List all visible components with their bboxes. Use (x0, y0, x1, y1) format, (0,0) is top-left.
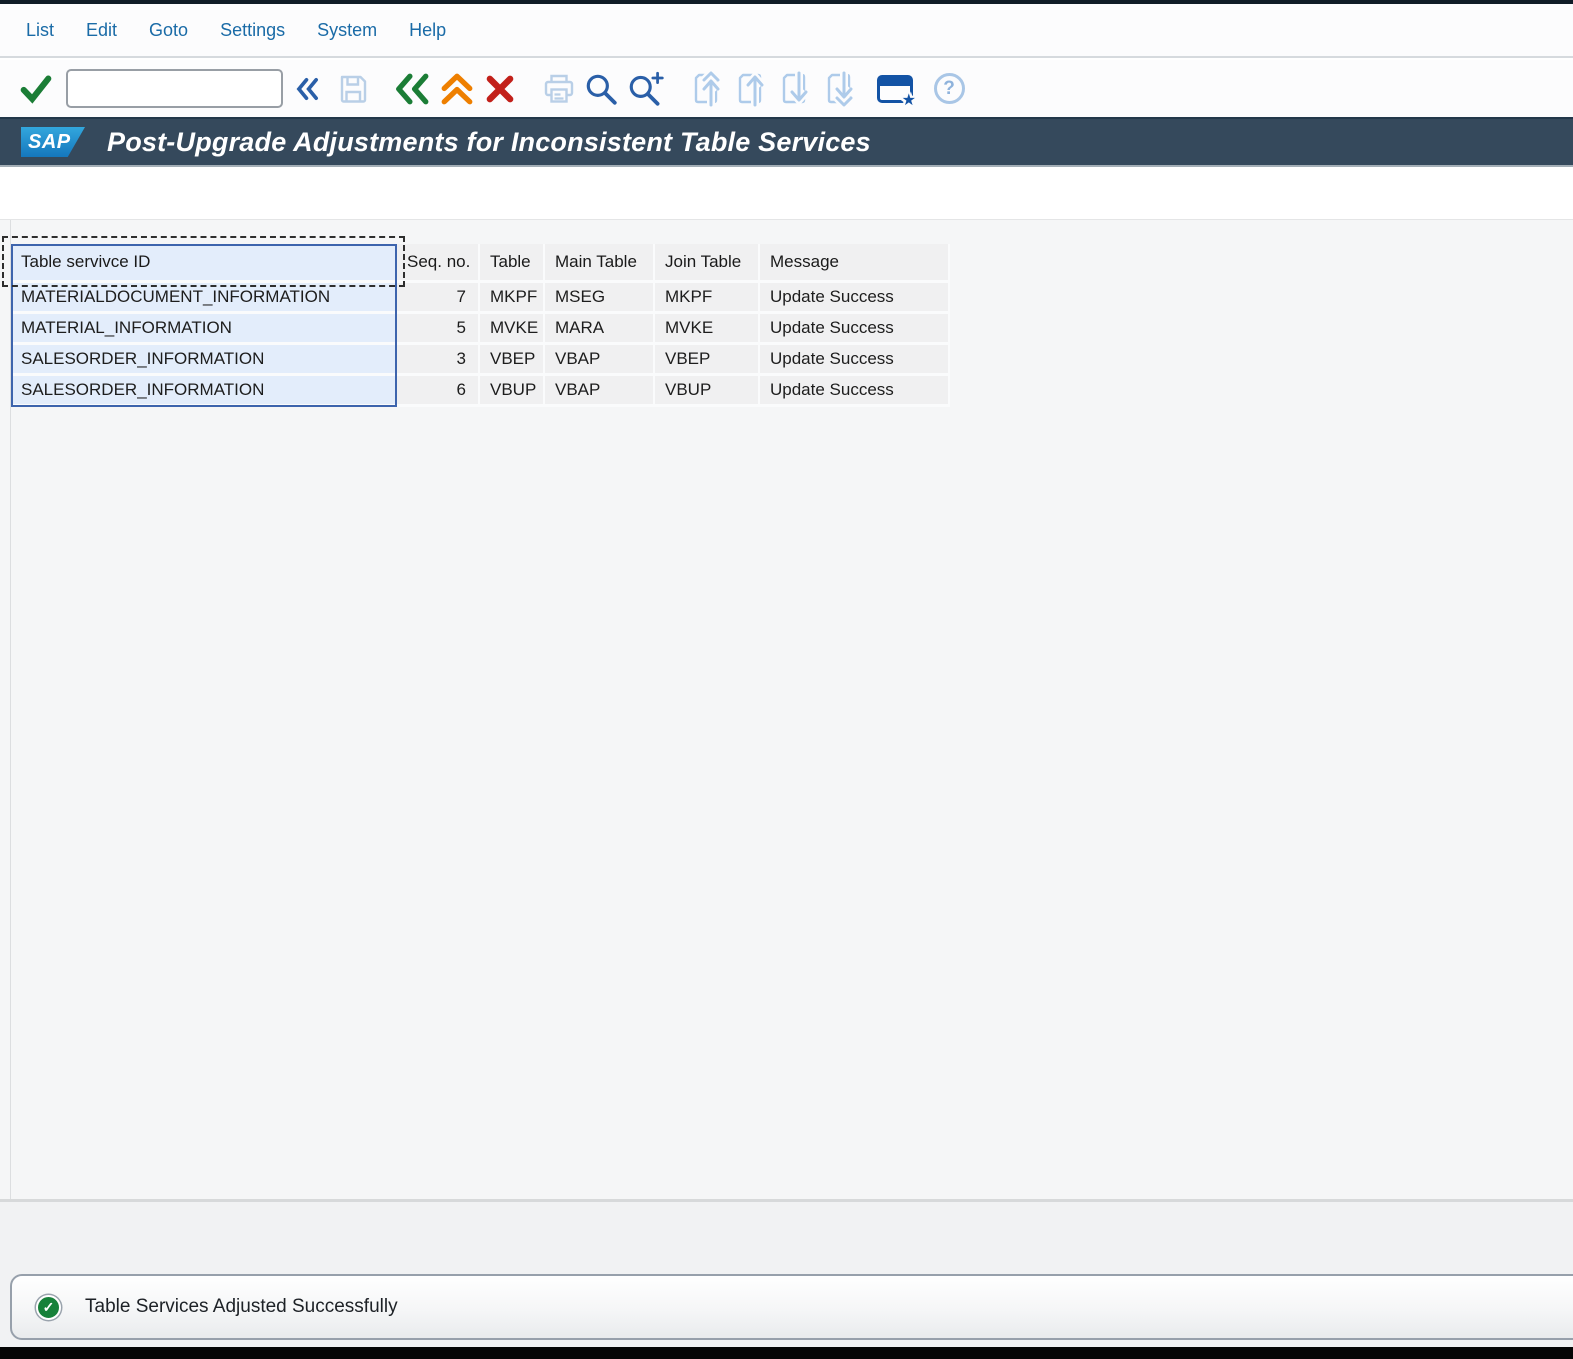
back-icon (396, 73, 429, 104)
success-check-icon: ✓ (36, 1294, 61, 1320)
collapse-command-field-button[interactable] (291, 60, 323, 117)
find-icon (586, 74, 617, 105)
page-down-icon (782, 71, 810, 106)
collapse-left-icon (296, 77, 318, 100)
cell-join-table[interactable]: MVKE (655, 314, 760, 345)
table-row: MATERIALDOCUMENT_INFORMATION 7 MKPF MSEG… (11, 283, 950, 314)
last-page-button[interactable] (816, 60, 862, 117)
column-header-table[interactable]: Table (480, 244, 545, 283)
cancel-button[interactable] (481, 60, 519, 117)
exit-up-icon (441, 73, 473, 104)
cell-message[interactable]: Update Success (760, 345, 950, 376)
print-button[interactable] (539, 60, 579, 117)
star-icon: ★ (901, 91, 916, 109)
status-message: Table Services Adjusted Successfully (85, 1296, 398, 1317)
cell-service-id[interactable]: MATERIALDOCUMENT_INFORMATION (11, 283, 397, 314)
cell-seq-no[interactable]: 3 (397, 345, 480, 376)
cell-message[interactable]: Update Success (760, 376, 950, 407)
menu-bar: List Edit Goto Settings System Help (0, 4, 1573, 58)
menu-goto[interactable]: Goto (149, 20, 188, 41)
cell-service-id[interactable]: SALESORDER_INFORMATION (11, 345, 397, 376)
menu-settings[interactable]: Settings (220, 20, 285, 41)
help-button[interactable]: ? (929, 60, 969, 117)
first-page-button[interactable] (684, 60, 728, 117)
cell-table[interactable]: MKPF (480, 283, 545, 314)
standard-toolbar: ★ ? (0, 60, 1573, 117)
column-header-main-table[interactable]: Main Table (545, 244, 655, 283)
cell-table[interactable]: MVKE (480, 314, 545, 345)
cancel-icon (486, 75, 514, 102)
create-shortcut-icon: ★ (877, 74, 916, 108)
cell-message[interactable]: Update Success (760, 283, 950, 314)
help-icon: ? (933, 73, 965, 104)
cell-join-table[interactable]: VBUP (655, 376, 760, 407)
sap-logo: SAP (21, 127, 85, 157)
find-next-button[interactable] (624, 60, 668, 117)
column-header-message[interactable]: Message (760, 244, 950, 283)
table-row: SALESORDER_INFORMATION 3 VBEP VBAP VBEP … (11, 345, 950, 376)
table-services-table: Table servivce ID Seq. no. Table Main Ta… (2, 236, 950, 407)
page-up-icon (738, 70, 766, 106)
save-icon (340, 75, 367, 103)
enter-button[interactable] (16, 60, 56, 117)
cell-join-table[interactable]: VBEP (655, 345, 760, 376)
menu-list[interactable]: List (26, 20, 54, 41)
page-title: Post-Upgrade Adjustments for Inconsisten… (107, 126, 871, 157)
cell-join-table[interactable]: MKPF (655, 283, 760, 314)
title-bar: SAP Post-Upgrade Adjustments for Inconsi… (0, 117, 1573, 167)
cell-service-id[interactable]: MATERIAL_INFORMATION (11, 314, 397, 345)
cell-main-table[interactable]: MSEG (545, 283, 655, 314)
table-header-row: Table servivce ID Seq. no. Table Main Ta… (11, 244, 950, 283)
cell-main-table[interactable]: MARA (545, 314, 655, 345)
status-bar: ✓ Table Services Adjusted Successfully (10, 1274, 1573, 1340)
menu-help[interactable]: Help (409, 20, 446, 41)
cell-seq-no[interactable]: 5 (397, 314, 480, 345)
find-next-icon (629, 71, 664, 106)
table-row: SALESORDER_INFORMATION 6 VBUP VBAP VBUP … (11, 376, 950, 407)
column-header-join-table[interactable]: Join Table (655, 244, 760, 283)
cell-seq-no[interactable]: 7 (397, 283, 480, 314)
column-header-table-service-id[interactable]: Table servivce ID (11, 244, 397, 283)
command-field-input[interactable] (66, 69, 283, 108)
cell-seq-no[interactable]: 6 (397, 376, 480, 407)
find-button[interactable] (581, 60, 621, 117)
menu-edit[interactable]: Edit (86, 20, 117, 41)
create-shortcut-button[interactable]: ★ (872, 60, 918, 117)
column-header-seq-no[interactable]: Seq. no. (397, 244, 480, 283)
window-bottom-edge (0, 1347, 1573, 1359)
back-button[interactable] (391, 60, 433, 117)
enter-check-icon (20, 75, 52, 104)
cell-main-table[interactable]: VBAP (545, 376, 655, 407)
page-down-button[interactable] (772, 60, 816, 117)
cell-table[interactable]: VBUP (480, 376, 545, 407)
first-page-icon (694, 69, 722, 106)
cell-message[interactable]: Update Success (760, 314, 950, 345)
save-button[interactable] (334, 60, 372, 117)
cell-table[interactable]: VBEP (480, 345, 545, 376)
table-row: MATERIAL_INFORMATION 5 MVKE MARA MVKE Up… (11, 314, 950, 345)
cell-main-table[interactable]: VBAP (545, 345, 655, 376)
print-icon (544, 74, 574, 103)
menu-system[interactable]: System (317, 20, 377, 41)
page-up-button[interactable] (728, 60, 772, 117)
cell-service-id[interactable]: SALESORDER_INFORMATION (11, 376, 397, 407)
exit-button[interactable] (437, 60, 477, 117)
last-page-icon (827, 71, 855, 108)
